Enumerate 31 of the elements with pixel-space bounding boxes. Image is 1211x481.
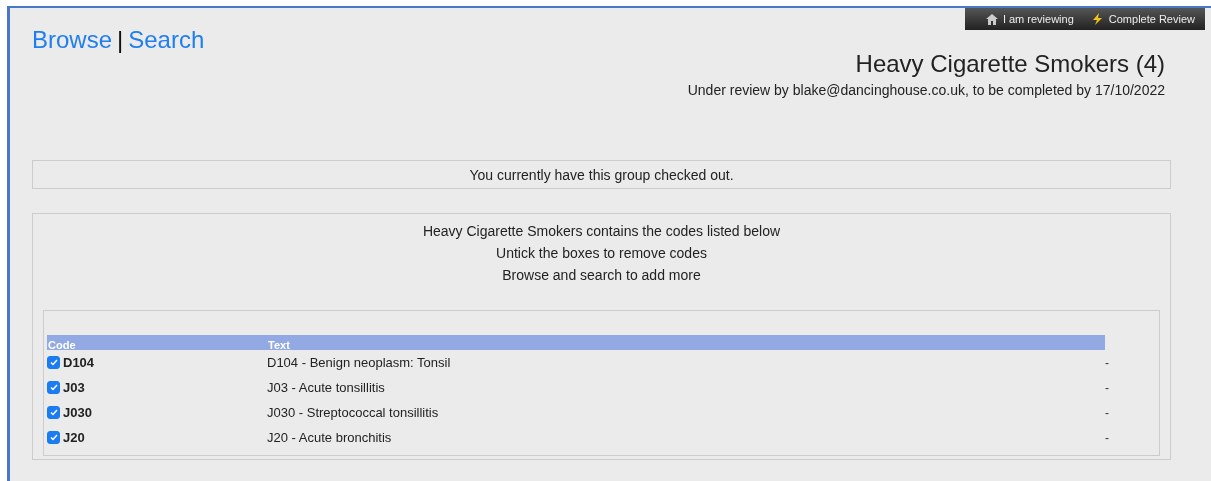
column-header: Code: [47, 335, 267, 350]
checkbox[interactable]: [47, 356, 60, 369]
page-subtitle: Under review by blake@dancinghouse.co.uk, to be completed by 17/10/2022: [687, 82, 1165, 98]
page-title: Heavy Cigarette Smokers (4): [855, 50, 1165, 78]
text-cell-text: J20 - Acute bronchitis: [267, 430, 393, 445]
table-cell-text: -: [1105, 380, 1110, 395]
checkbox[interactable]: [47, 381, 60, 394]
lightning-icon: [1091, 13, 1104, 25]
home-icon: [985, 13, 998, 25]
code-cell: J03: [63, 380, 85, 395]
code-cell: D104: [63, 355, 95, 370]
notice-box: You currently have this group checked out.: [32, 160, 1171, 189]
toolbar-link-label: I am reviewing: [1002, 13, 1074, 25]
code-cell: J030: [63, 405, 92, 420]
column-header: Text: [267, 335, 1105, 350]
checkbox[interactable]: [47, 406, 60, 419]
text-cell-text: D104 - Benign neoplasm: Tonsil: [267, 355, 452, 370]
toolbar-link[interactable]: I am reviewing: [985, 13, 1074, 25]
instruction-text: Untick the boxes to remove codes: [496, 244, 707, 263]
instruction-text: Browse and search to add more: [502, 266, 701, 285]
instruction-text: Heavy Cigarette Smokers contains the codes listed below: [422, 222, 781, 241]
toolbar-link-label: Complete Review: [1108, 13, 1195, 25]
checkbox[interactable]: [47, 431, 60, 444]
toolbar-link[interactable]: Complete Review: [1091, 13, 1195, 25]
table-cell-text: -: [1105, 430, 1110, 445]
text-cell-text: J03 - Acute tonsillitis: [267, 380, 386, 395]
code-cell: J20: [63, 430, 85, 445]
table-cell-text: -: [1105, 355, 1110, 370]
separator: |: [117, 26, 124, 54]
table-cell-text: -: [1105, 405, 1110, 420]
text-cell-text: J030 - Streptococcal tonsillitis: [267, 405, 440, 420]
